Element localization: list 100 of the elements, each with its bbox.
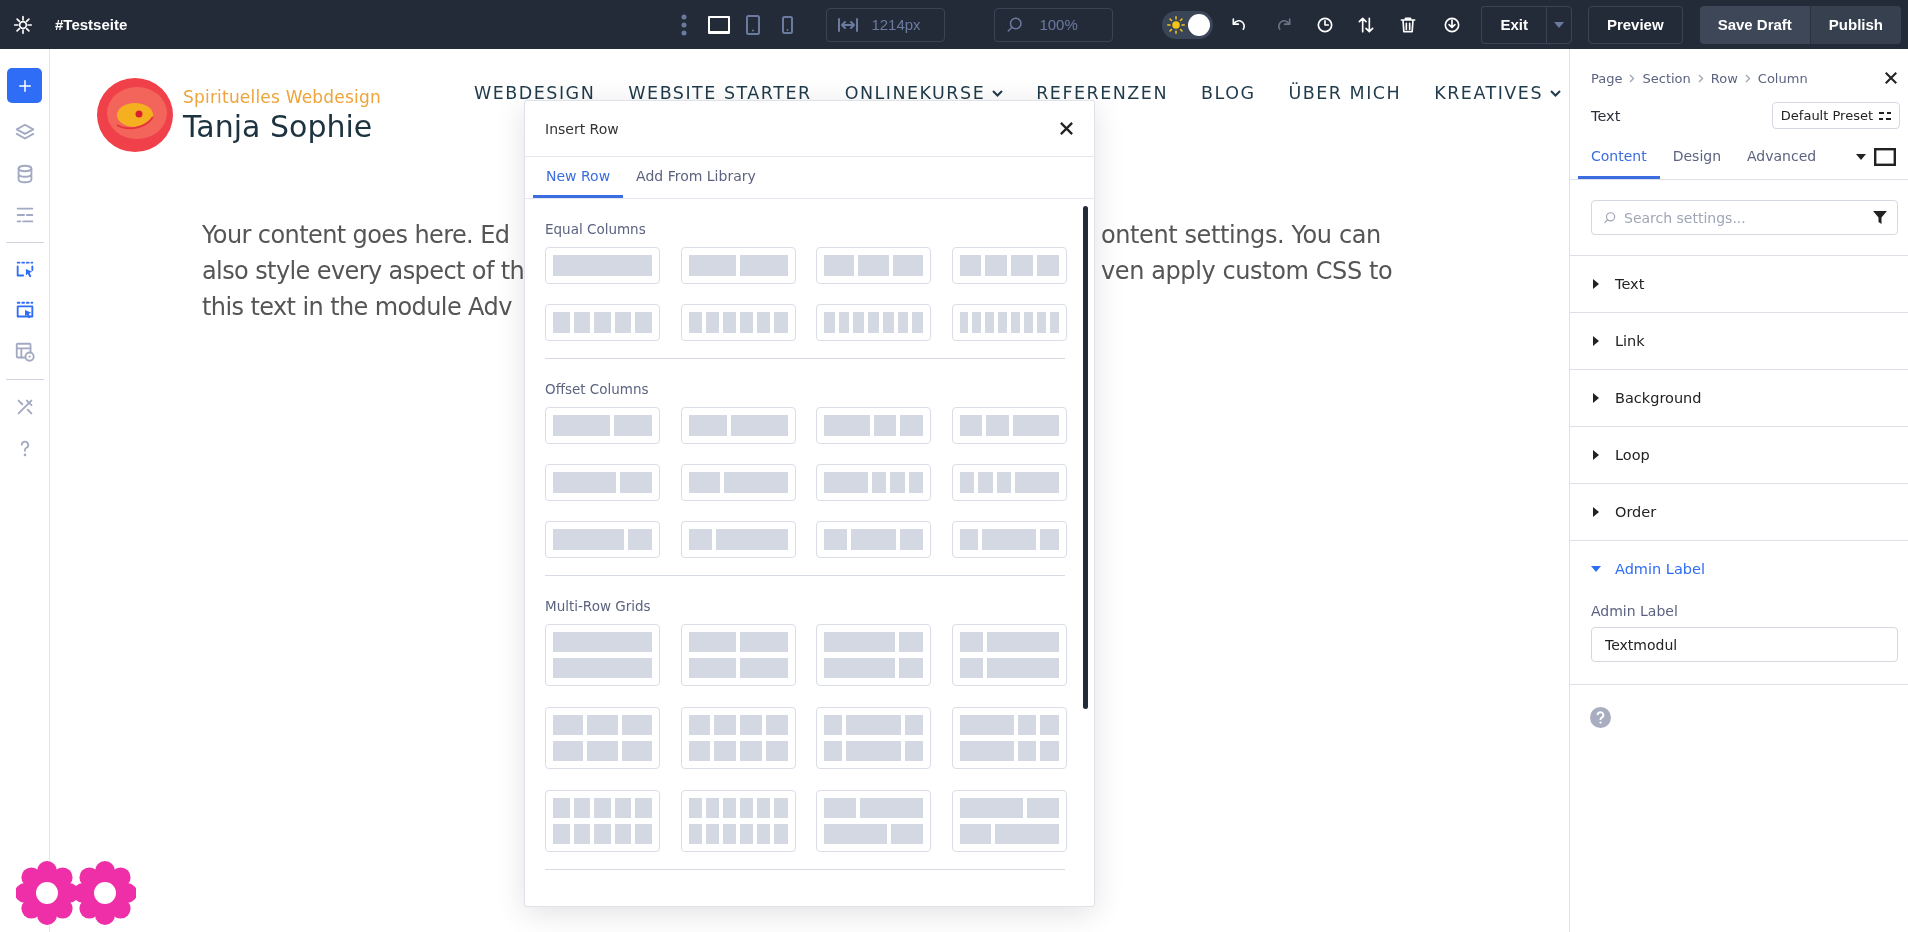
- row-layout-option[interactable]: [816, 464, 931, 501]
- dropdown-button[interactable]: [1545, 5, 1572, 44]
- phone-icon[interactable]: [781, 14, 795, 35]
- close-icon: [1059, 121, 1074, 136]
- search-field[interactable]: Search settings...: [1591, 200, 1898, 235]
- row-layout-option[interactable]: [816, 247, 931, 284]
- close-button[interactable]: [1059, 121, 1074, 136]
- nav-link[interactable]: ONLINEKURSE: [844, 83, 1004, 103]
- exit-button[interactable]: Exit: [1481, 5, 1546, 44]
- row-layout-option[interactable]: [680, 521, 796, 558]
- tab[interactable]: Content: [1578, 135, 1660, 179]
- row-layout-option[interactable]: [951, 790, 1067, 852]
- row-layout-option[interactable]: [545, 247, 660, 284]
- row-layout-option[interactable]: [680, 407, 796, 444]
- row-layout-option[interactable]: [951, 707, 1067, 769]
- row-layout-option[interactable]: [951, 304, 1067, 341]
- breadcrumb-link[interactable]: Column: [1757, 70, 1808, 86]
- tab[interactable]: Add From Library: [623, 157, 769, 198]
- row-layout-option[interactable]: [680, 790, 796, 852]
- preset-button[interactable]: Default Preset: [1771, 102, 1900, 129]
- accordion-header[interactable]: Text: [1591, 256, 1645, 312]
- body-text: this text in the module Adv: [202, 292, 513, 323]
- breadcrumb-link[interactable]: Section: [1642, 70, 1691, 86]
- row-layout-option[interactable]: [545, 707, 660, 769]
- nav-link[interactable]: WEBDESIGN: [473, 83, 596, 103]
- row-layout-option[interactable]: [680, 707, 796, 769]
- save-draft-button[interactable]: Save Draft: [1699, 5, 1810, 44]
- search-icon: [1603, 211, 1617, 225]
- nav-link[interactable]: REFERENZEN: [1036, 83, 1168, 103]
- help-icon[interactable]: [1590, 707, 1611, 728]
- admin-label-field[interactable]: Textmodul: [1591, 627, 1898, 662]
- nav-link[interactable]: WEBSITE STARTER: [628, 83, 812, 103]
- breadcrumb-link[interactable]: Row: [1710, 70, 1738, 86]
- theme-toggle[interactable]: [1162, 10, 1214, 39]
- nav-link[interactable]: KREATIVES: [1434, 83, 1561, 103]
- row-layout-option[interactable]: [680, 464, 796, 501]
- chevron-right-icon: [1697, 73, 1704, 83]
- template-eye-icon[interactable]: [13, 341, 36, 363]
- page-title: #Testseite: [55, 16, 128, 33]
- accordion-header[interactable]: Order: [1591, 484, 1657, 540]
- accordion-header[interactable]: Link: [1591, 313, 1645, 369]
- scrollbar[interactable]: [1083, 206, 1088, 709]
- square-icon[interactable]: [1874, 148, 1896, 166]
- caret-down-icon: [1591, 564, 1601, 574]
- row-layout-option[interactable]: [545, 624, 660, 686]
- chevron-right-icon: [1744, 73, 1751, 83]
- row-layout-option[interactable]: [545, 521, 660, 558]
- accordion-header[interactable]: Background: [1591, 370, 1702, 426]
- zoom-icon: [1006, 15, 1025, 34]
- section-heading: Equal Columns: [545, 221, 647, 237]
- accordion-header[interactable]: Loop: [1591, 427, 1650, 483]
- chevron-down-icon: [1550, 89, 1561, 97]
- body-text: Your content goes here. Ed: [202, 220, 511, 251]
- row-layout-option[interactable]: [816, 624, 931, 686]
- more-options-icon[interactable]: [681, 13, 688, 36]
- breadcrumb-link[interactable]: Page: [1591, 70, 1623, 86]
- sun-icon: [1167, 15, 1186, 34]
- filter-icon[interactable]: [1873, 211, 1887, 225]
- caret-right-icon: [1591, 279, 1601, 289]
- row-layout-option[interactable]: [816, 707, 931, 769]
- section-heading: Multi-Row Grids: [545, 598, 652, 614]
- preview-button[interactable]: Preview: [1587, 5, 1683, 44]
- caret-right-icon: [1591, 450, 1601, 460]
- module-title: Text: [1591, 107, 1621, 124]
- row-layout-option[interactable]: [816, 407, 931, 444]
- caret-icon[interactable]: [1856, 154, 1866, 160]
- caret-right-icon: [1591, 393, 1601, 403]
- preset-icon: [1879, 110, 1891, 121]
- row-layout-option[interactable]: [816, 304, 931, 341]
- tab[interactable]: Design: [1659, 135, 1735, 179]
- row-layout-option[interactable]: [951, 407, 1067, 444]
- caret-right-icon: [1591, 507, 1601, 517]
- caret-right-icon: [1591, 336, 1601, 346]
- publish-button[interactable]: Publish: [1809, 5, 1901, 44]
- close-button[interactable]: [1884, 71, 1898, 85]
- row-layout-option[interactable]: [951, 624, 1067, 686]
- add-button[interactable]: [7, 68, 42, 103]
- row-layout-option[interactable]: [545, 464, 660, 501]
- nav-link[interactable]: BLOG: [1201, 83, 1256, 103]
- row-layout-option[interactable]: [951, 464, 1067, 501]
- row-layout-option[interactable]: [545, 407, 660, 444]
- row-layout-option[interactable]: [816, 521, 931, 558]
- row-layout-option[interactable]: [545, 304, 660, 341]
- row-layout-option[interactable]: [951, 247, 1067, 284]
- accordion-header[interactable]: Admin Label: [1591, 541, 1705, 597]
- row-layout-option[interactable]: [951, 521, 1067, 558]
- row-layout-option[interactable]: [680, 624, 796, 686]
- row-layout-option[interactable]: [545, 790, 660, 852]
- tablet-icon[interactable]: [745, 13, 762, 36]
- nav-link[interactable]: ÜBER MICH: [1288, 83, 1402, 103]
- logo-tagline: Spirituelles Webdesign: [183, 86, 381, 107]
- row-layout-option[interactable]: [680, 304, 796, 341]
- row-layout-option[interactable]: [816, 790, 931, 852]
- chevron-right-icon: [1629, 73, 1636, 83]
- row-layout-option[interactable]: [680, 247, 796, 284]
- tab[interactable]: Advanced: [1734, 135, 1830, 179]
- tab[interactable]: New Row: [533, 157, 624, 198]
- width-arrows-icon: [838, 17, 859, 32]
- body-text: ontent settings. You can: [1101, 220, 1382, 251]
- desktop-icon[interactable]: [707, 14, 732, 35]
